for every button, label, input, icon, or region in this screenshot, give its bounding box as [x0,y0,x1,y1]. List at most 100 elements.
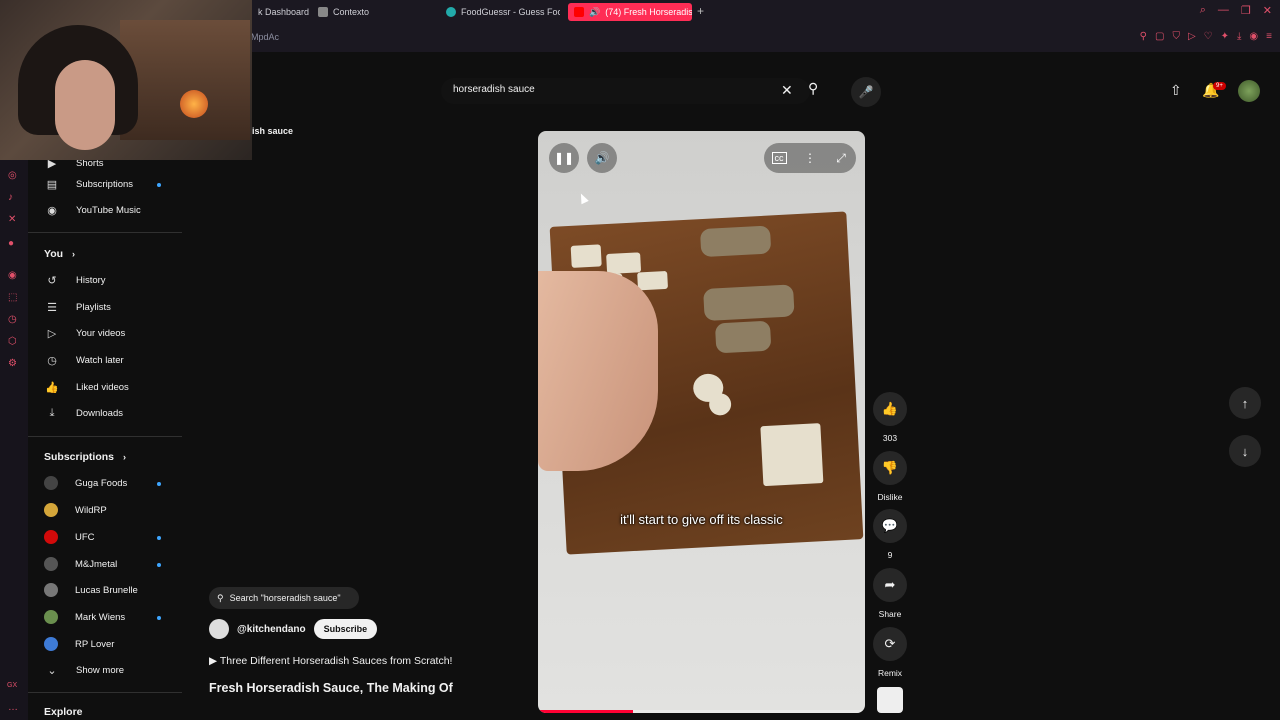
sidebar-item-your-videos[interactable]: ▷ Your videos [44,322,126,344]
remix-button[interactable]: ⟳ Remix [873,627,907,678]
menu-icon[interactable]: ≡ [1266,31,1272,42]
playlist-link[interactable]: ▶ Three Different Horseradish Sauces fro… [209,655,452,667]
sidebar-item-mjmetal[interactable]: M&Jmetal [44,553,117,575]
upload-icon[interactable]: ⇧ [1170,82,1182,99]
new-content-dot [157,536,161,540]
channel-avatar [44,530,58,544]
sidebar-item-playlists[interactable]: ☰ Playlists [44,296,111,318]
search-icon[interactable]: ⚲ [808,80,818,97]
fullscreen-button[interactable]: ⤢ [826,143,856,173]
divider [28,692,182,693]
chevron-right-icon: › [71,249,75,259]
subscriptions-header[interactable]: Subscriptions › [44,451,126,463]
arrow-up-icon: ↑ [1241,395,1249,411]
like-button[interactable]: 👍 303 [873,392,907,443]
screenshot-icon[interactable]: ▢ [1155,31,1164,42]
subscribe-button[interactable]: Subscribe [313,619,378,639]
sidebar-item-mark-wiens[interactable]: Mark Wiens [44,606,125,628]
more-options-button[interactable]: ⋮ [795,143,825,173]
horseradish-root [699,225,772,258]
url-text[interactable]: MpdAc [251,32,279,42]
history-icon: ↺ [47,274,57,287]
search-tabs-icon[interactable]: ⌕ [1200,4,1206,17]
search-box[interactable]: horseradish sauce ✕ [441,78,810,104]
tiktok-icon[interactable]: ♪ [8,192,13,203]
sidebar-item-wildrp[interactable]: WildRP [44,499,107,521]
wallet-icon[interactable]: ⬚ [8,292,17,303]
dislike-button[interactable]: 👎 Dislike [873,451,907,502]
captions-button[interactable]: cc [764,143,794,173]
video-progress-bar[interactable] [538,710,865,713]
pin-icon[interactable]: ⚲ [1140,31,1147,42]
share-label: Share [878,609,902,619]
microphone-icon[interactable]: 🎤 [851,77,881,107]
new-tab-icon[interactable]: + [697,4,704,18]
maximize-icon[interactable]: ❐ [1241,4,1251,17]
shield-icon[interactable]: ⛉ [1172,31,1180,42]
clear-search-icon[interactable]: ✕ [781,83,793,97]
horseradish-chip [637,270,669,291]
short-title[interactable]: Fresh Horseradish Sauce, The Making Of [209,681,453,695]
sidebar-item-history[interactable]: ↺ History [44,269,105,291]
hand [538,271,658,471]
speaker-icon: 🔊 [589,6,601,17]
channel-thumbnail-button[interactable] [873,687,907,713]
channel-name[interactable]: @kitchendano [237,624,306,635]
horseradish-root [714,320,772,354]
related-search-chip[interactable]: ⚲ Search "horseradish sauce" [209,587,359,609]
download-icon[interactable]: ⤓ [1237,31,1241,42]
divider [28,436,182,437]
show-more-button[interactable]: ⌄ Show more [44,659,124,681]
sidebar-item-liked-videos[interactable]: 👍 Liked videos [44,376,129,398]
avatar[interactable] [1238,80,1260,102]
play-icon[interactable]: ▷ [1188,31,1196,42]
volume-button[interactable]: 🔊 [587,143,617,173]
more-icon[interactable]: … [8,702,18,713]
x-icon[interactable]: ✕ [8,214,16,225]
playlist-icon: ☰ [47,301,57,314]
pause-button[interactable]: ❚❚ [549,143,579,173]
shorts-video-player[interactable]: it'll start to give off its classic ❚❚ 🔊… [538,131,865,713]
sidebar-item-ufc[interactable]: UFC [44,526,95,548]
horseradish-slice [708,392,732,416]
remix-label: Remix [877,668,903,678]
search-icon: ⚲ [217,592,224,603]
settings-icon[interactable]: ⚙ [8,358,17,369]
play-icon: ▶ [209,655,218,667]
sidebar-item-downloads[interactable]: ⤓ Downloads [44,402,123,424]
tab-foodguessr[interactable]: FoodGuessr - Guess Food [440,3,560,21]
instagram-icon[interactable]: ◎ [8,170,17,181]
extensions-side-icon[interactable]: ⬡ [8,336,17,347]
puzzle-icon[interactable]: ✦ [1221,31,1229,42]
minimize-icon[interactable]: — [1218,4,1229,17]
search-input[interactable]: horseradish sauce [453,84,535,95]
account-icon[interactable]: ◉ [1249,31,1258,42]
history-side-icon[interactable]: ◷ [8,314,17,325]
share-button[interactable]: ➦ Share [873,568,907,619]
you-header[interactable]: You › [44,248,75,260]
tab-dashboard[interactable]: k Dashboard [252,3,312,21]
next-short-button[interactable]: ↓ [1229,435,1261,467]
tab-contexto[interactable]: Contexto [312,3,432,21]
volume-icon: 🔊 [594,151,610,165]
heart-icon[interactable]: ♡ [1204,31,1213,42]
more-vertical-icon: ⋮ [804,151,816,165]
sidebar-item-rp-lover[interactable]: RP Lover [44,633,114,655]
sidebar-item-guga-foods[interactable]: Guga Foods [44,472,127,494]
channel-avatar[interactable] [209,619,229,639]
discord-icon[interactable]: ● [8,238,14,249]
comments-button[interactable]: 💬 9 [873,509,907,560]
sidebar-item-subscriptions[interactable]: ▤ Subscriptions [44,173,133,195]
player-icon[interactable]: ◉ [8,270,17,281]
notification-badge: 9+ [1213,82,1226,90]
sidebar-item-youtube-music[interactable]: ◉ YouTube Music [44,199,141,221]
close-icon[interactable]: ✕ [1263,4,1272,17]
tab-youtube-active[interactable]: 🔊 (74) Fresh Horseradish [568,3,692,21]
chevron-right-icon: › [122,452,126,462]
sidebar-item-watch-later[interactable]: ◷ Watch later [44,349,124,371]
explore-header[interactable]: Explore [44,706,83,718]
previous-short-button[interactable]: ↑ [1229,387,1261,419]
sidebar-item-lucas-brunelle[interactable]: Lucas Brunelle [44,579,138,601]
comment-icon: 💬 [873,509,907,543]
subscriptions-icon: ▤ [46,178,58,191]
